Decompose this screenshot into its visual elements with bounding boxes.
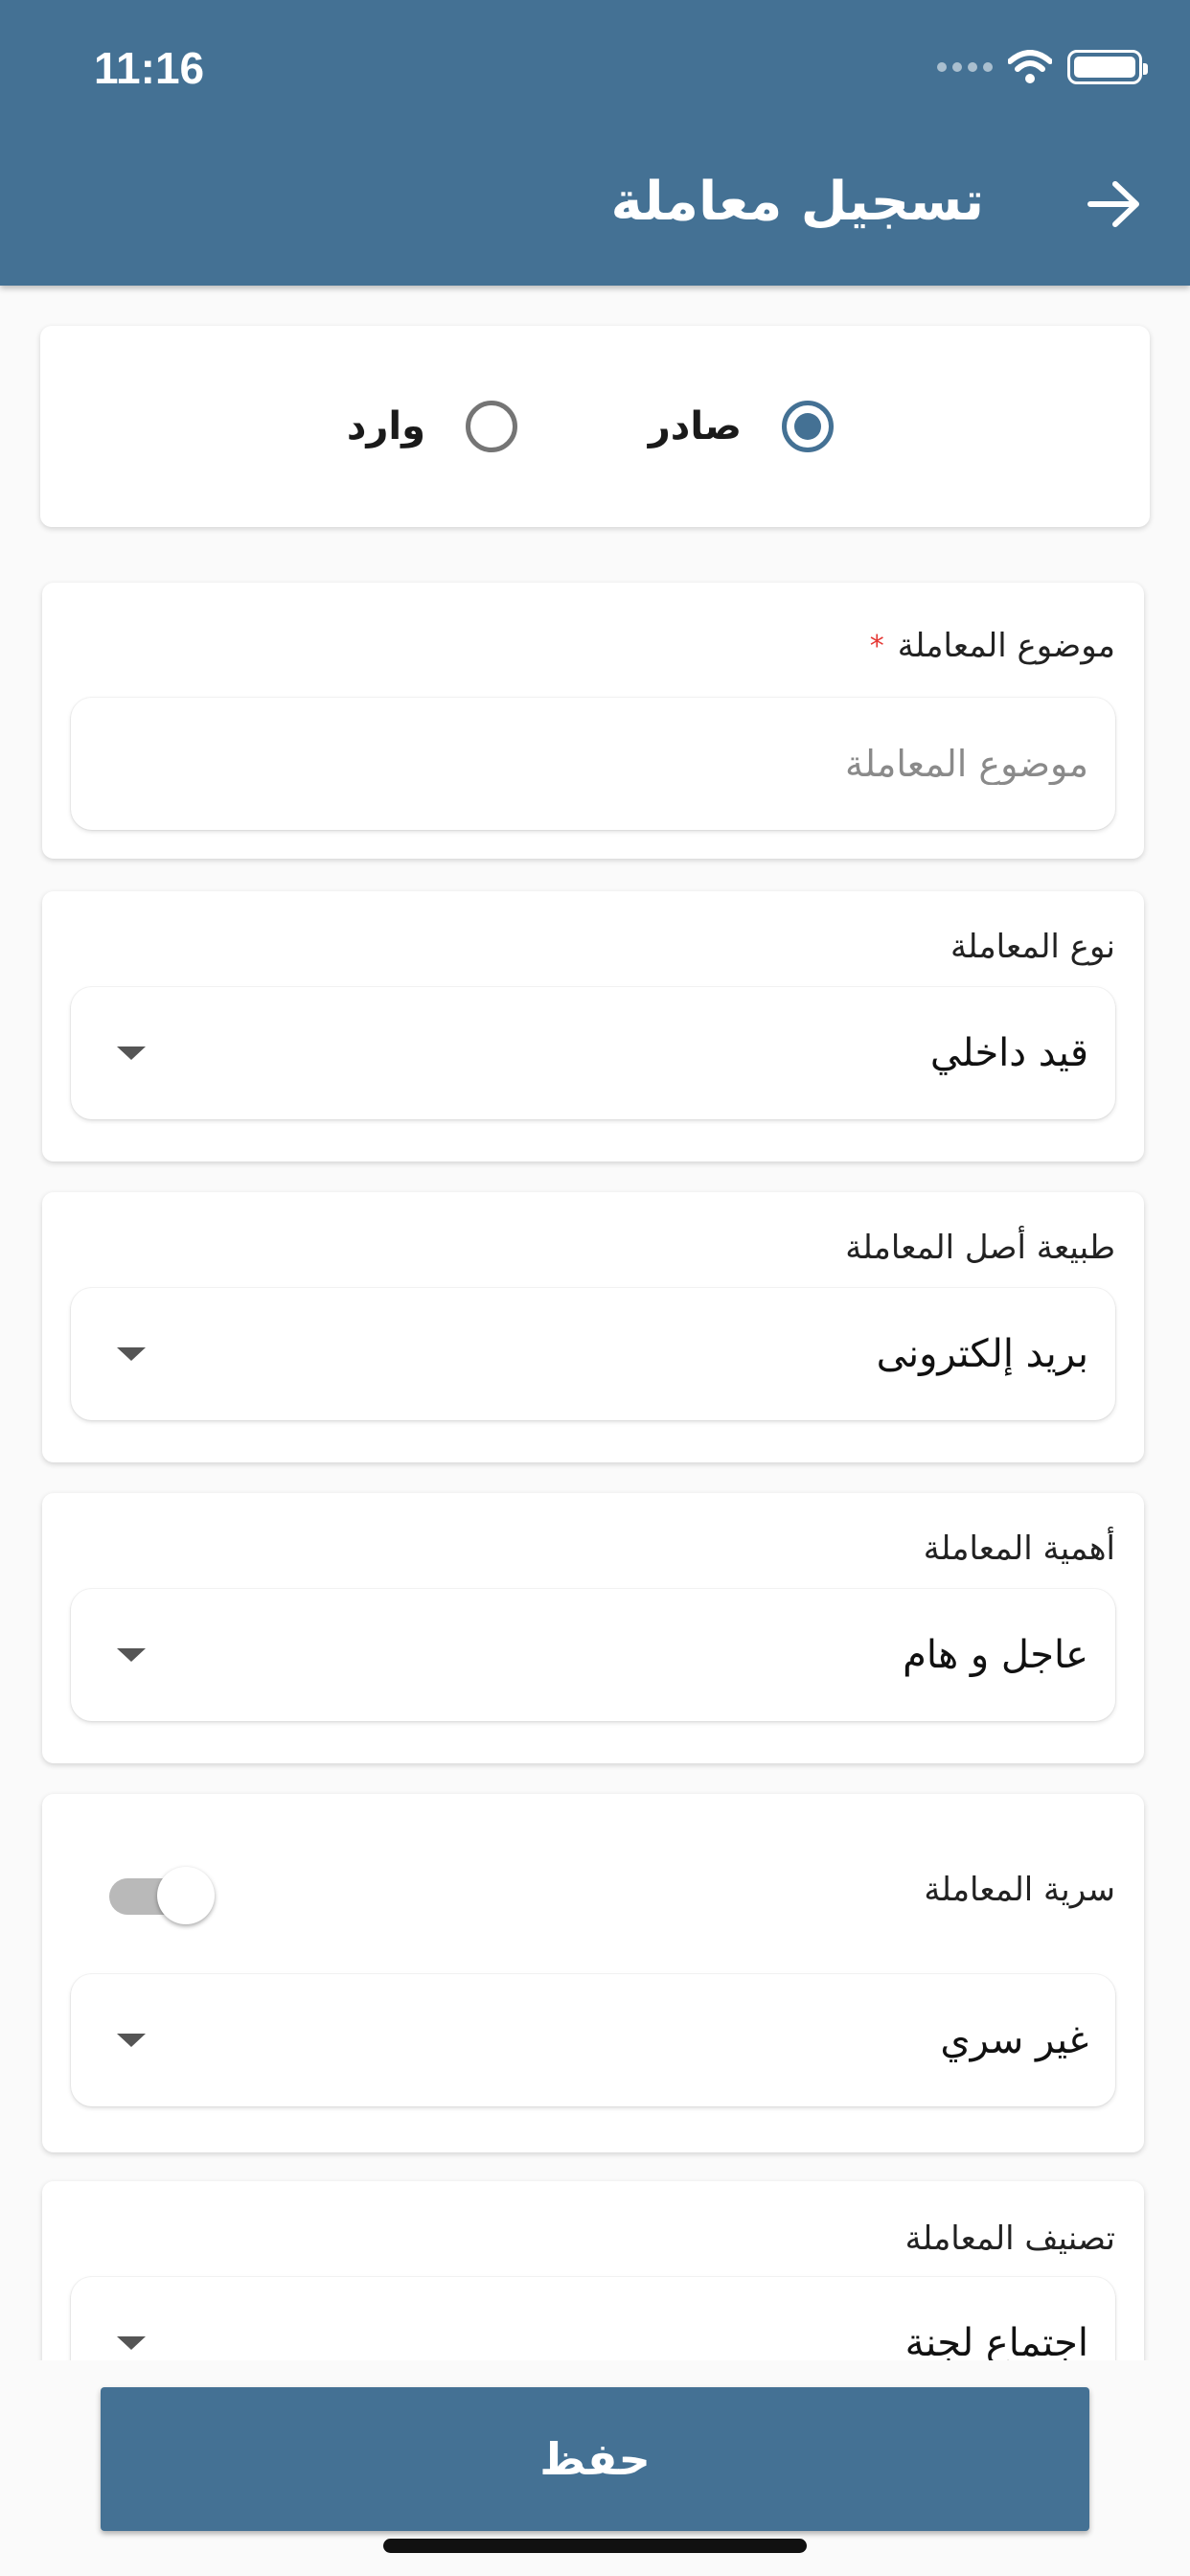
radio-incoming-label: وارد — [346, 404, 425, 448]
dropdown-arrow-icon — [117, 2034, 146, 2047]
classification-card: تصنيف المعاملة اجتماع لجنة — [42, 2181, 1144, 2360]
radio-unchecked-icon[interactable] — [466, 401, 517, 452]
importance-card: أهمية المعاملة عاجل و هام — [42, 1493, 1144, 1763]
origin-card: طبيعة أصل المعاملة بريد إلكترونى — [42, 1192, 1144, 1462]
confidentiality-card: سرية المعاملة غير سري — [42, 1794, 1144, 2152]
dropdown-arrow-icon — [117, 2336, 146, 2350]
app-header: 11:16 تسجيل معاملة — [0, 0, 1190, 286]
wifi-icon — [1008, 50, 1052, 83]
dropdown-arrow-icon — [117, 1648, 146, 1662]
subject-label-row: موضوع المعاملة * — [870, 627, 1115, 665]
dropdown-arrow-icon — [117, 1347, 146, 1361]
radio-checked-icon[interactable] — [782, 401, 834, 452]
classification-select[interactable]: اجتماع لجنة — [71, 2277, 1115, 2360]
signal-icon — [937, 62, 993, 72]
confidentiality-label: سرية المعاملة — [924, 1871, 1115, 1909]
radio-incoming[interactable]: وارد — [347, 401, 517, 452]
importance-select[interactable]: عاجل و هام — [71, 1589, 1115, 1721]
required-asterisk: * — [869, 629, 884, 663]
home-indicator — [383, 2539, 807, 2553]
toggle-knob — [157, 1867, 215, 1924]
radio-outgoing[interactable]: صادر — [649, 401, 834, 452]
type-label: نوع المعاملة — [950, 928, 1115, 966]
save-button[interactable]: حفظ — [101, 2387, 1089, 2531]
subject-card: موضوع المعاملة * — [42, 583, 1144, 859]
subject-label: موضوع المعاملة — [897, 627, 1115, 665]
back-arrow-icon[interactable] — [1087, 180, 1142, 228]
confidentiality-toggle[interactable] — [109, 1865, 217, 1926]
bottom-action-bar: حفظ — [0, 2360, 1190, 2576]
confidentiality-select-value: غير سري — [940, 2018, 1088, 2062]
classification-select-value: اجتماع لجنة — [904, 2321, 1088, 2360]
radio-outgoing-label: صادر — [648, 404, 742, 448]
subject-input[interactable] — [71, 698, 1115, 830]
origin-select[interactable]: بريد إلكترونى — [71, 1288, 1115, 1420]
classification-label: تصنيف المعاملة — [904, 2220, 1115, 2258]
dropdown-arrow-icon — [117, 1046, 146, 1060]
subject-field — [71, 698, 1115, 830]
importance-label: أهمية المعاملة — [923, 1530, 1115, 1568]
page-title: تسجيل معاملة — [610, 171, 984, 233]
importance-select-value: عاجل و هام — [903, 1633, 1088, 1677]
type-select-value: قيد داخلي — [929, 1031, 1088, 1075]
direction-card: صادر وارد — [40, 326, 1150, 527]
type-card: نوع المعاملة قيد داخلي — [42, 891, 1144, 1162]
origin-select-value: بريد إلكترونى — [876, 1332, 1088, 1376]
type-select[interactable]: قيد داخلي — [71, 987, 1115, 1119]
origin-label: طبيعة أصل المعاملة — [845, 1229, 1115, 1267]
confidentiality-select[interactable]: غير سري — [71, 1974, 1115, 2106]
status-icons — [937, 50, 1148, 84]
status-time: 11:16 — [94, 43, 205, 93]
form-scroll-area[interactable]: صادر وارد موضوع المعاملة * نوع المعاملة … — [0, 286, 1190, 2360]
battery-icon — [1067, 50, 1148, 84]
